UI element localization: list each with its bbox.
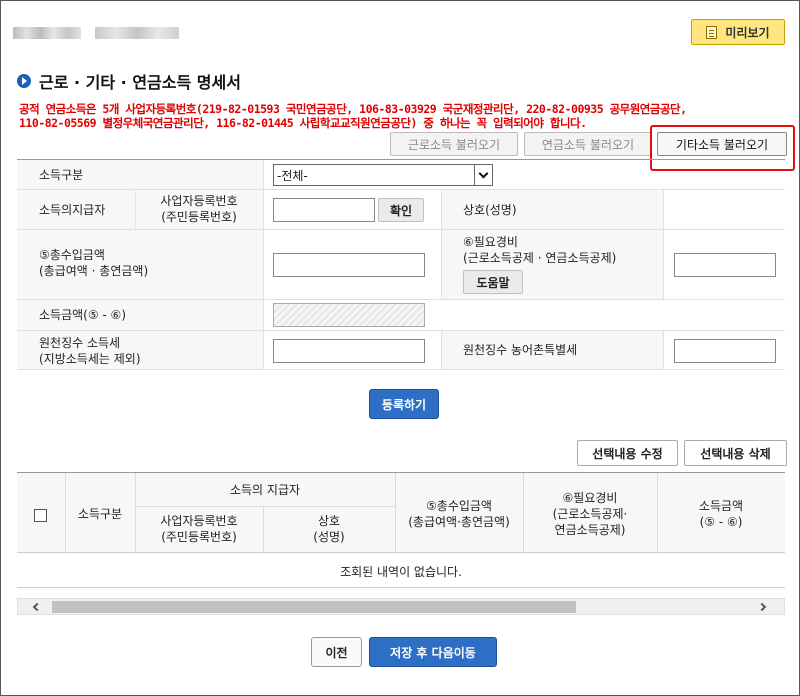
payer-label: 소득의지급자 xyxy=(39,203,106,217)
income-form: 소득구분 -전체- 소득의지급자 사업자등록번호 (주민등록번호) 확인 상호(… xyxy=(17,159,785,370)
biz-no-input[interactable] xyxy=(273,198,375,222)
withholding-tax-label: 원천징수 소득세 (지방소득세는 제외) xyxy=(39,336,141,366)
edit-selected-button[interactable]: 선택내용 수정 xyxy=(577,440,678,466)
col-payer: 소득의 지급자 xyxy=(229,483,301,497)
divider xyxy=(17,587,785,588)
expense-input[interactable] xyxy=(674,253,776,277)
form-row-withholding: 원천징수 소득세 (지방소득세는 제외) 원천징수 농어촌특별세 xyxy=(17,331,785,370)
col-biz-no: 사업자등록번호 (주민등록번호) xyxy=(160,514,238,544)
notice-line-1: 공적 연금소득은 5개 사업자등록번호(219-82-01593 국민연금공단,… xyxy=(19,102,687,116)
horizontal-scrollbar[interactable] xyxy=(17,598,785,615)
confirm-button[interactable]: 확인 xyxy=(378,198,424,222)
load-pension-income-button[interactable]: 연금소득 불러오기 xyxy=(524,132,652,156)
form-row-amounts: ⑤총수입금액 (총급여액 · 총연금액) ⑥필요경비 (근로소득공제 · 연금소… xyxy=(17,230,785,300)
withholding-tax-input[interactable] xyxy=(273,339,425,363)
biz-no-label: 사업자등록번호 (주민등록번호) xyxy=(160,194,238,224)
form-row-income-amount: 소득금액(⑤ - ⑥) xyxy=(17,300,785,331)
income-amount-label: 소득금액(⑤ - ⑥) xyxy=(39,308,126,322)
page-title-row: 근로 · 기타 · 연금소득 명세서 xyxy=(17,69,241,93)
company-label: 상호(성명) xyxy=(463,203,517,217)
chevron-down-icon[interactable] xyxy=(474,165,492,185)
redacted-text xyxy=(95,27,179,39)
gross-income-input[interactable] xyxy=(273,253,425,277)
form-row-income-type: 소득구분 -전체- xyxy=(17,160,785,190)
col-expense: ⑥필요경비 (근로소득공제· 연금소득공제) xyxy=(552,491,628,537)
rural-tax-label: 원천징수 농어촌특별세 xyxy=(463,343,578,357)
rural-tax-input[interactable] xyxy=(674,339,776,363)
save-next-button[interactable]: 저장 후 다음이동 xyxy=(369,637,497,667)
preview-label: 미리보기 xyxy=(725,25,770,40)
col-income-type: 소득구분 xyxy=(77,507,123,521)
scroll-right-icon[interactable] xyxy=(756,601,770,613)
empty-message: 조회된 내역이 없습니다. xyxy=(340,565,462,579)
preview-button[interactable]: 미리보기 xyxy=(691,19,785,45)
table-header: 소득구분 소득의 지급자 사업자등록번호 (주민등록번호) 상호 (성명) ⑤총… xyxy=(17,473,785,553)
scroll-left-icon[interactable] xyxy=(28,601,42,613)
select-all-checkbox[interactable] xyxy=(34,509,47,522)
register-button[interactable]: 등록하기 xyxy=(369,389,439,419)
income-list-table: 소득구분 소득의 지급자 사업자등록번호 (주민등록번호) 상호 (성명) ⑤총… xyxy=(17,472,785,554)
gross-income-label: ⑤총수입금액 (총급여액 · 총연금액) xyxy=(39,248,149,278)
scrollbar-thumb[interactable] xyxy=(52,601,576,613)
help-button[interactable]: 도움말 xyxy=(463,270,523,294)
form-row-payer: 소득의지급자 사업자등록번호 (주민등록번호) 확인 상호(성명) xyxy=(17,190,785,230)
delete-selected-button[interactable]: 선택내용 삭제 xyxy=(684,440,787,466)
income-type-select[interactable]: -전체- xyxy=(273,164,493,186)
col-gross-income: ⑤총수입금액 (총급여액·총연금액) xyxy=(408,499,510,529)
load-labor-income-button[interactable]: 근로소득 불러오기 xyxy=(390,132,518,156)
expense-label: ⑥필요경비 (근로소득공제 · 연금소득공제) xyxy=(463,235,617,265)
window-frame: 미리보기 근로 · 기타 · 연금소득 명세서 공적 연금소득은 5개 사업자등… xyxy=(0,0,800,696)
col-income-amount: 소득금액 (⑤ - ⑥) xyxy=(698,499,744,529)
prev-button[interactable]: 이전 xyxy=(311,637,362,667)
income-type-label: 소득구분 xyxy=(39,168,84,182)
col-company: 상호 (성명) xyxy=(313,514,345,544)
income-amount-field xyxy=(273,303,425,327)
page-title: 근로 · 기타 · 연금소득 명세서 xyxy=(39,73,241,92)
redacted-text xyxy=(13,27,81,39)
income-type-selected: -전체- xyxy=(277,168,308,183)
title-bullet-icon xyxy=(17,74,31,88)
document-icon xyxy=(706,25,718,39)
